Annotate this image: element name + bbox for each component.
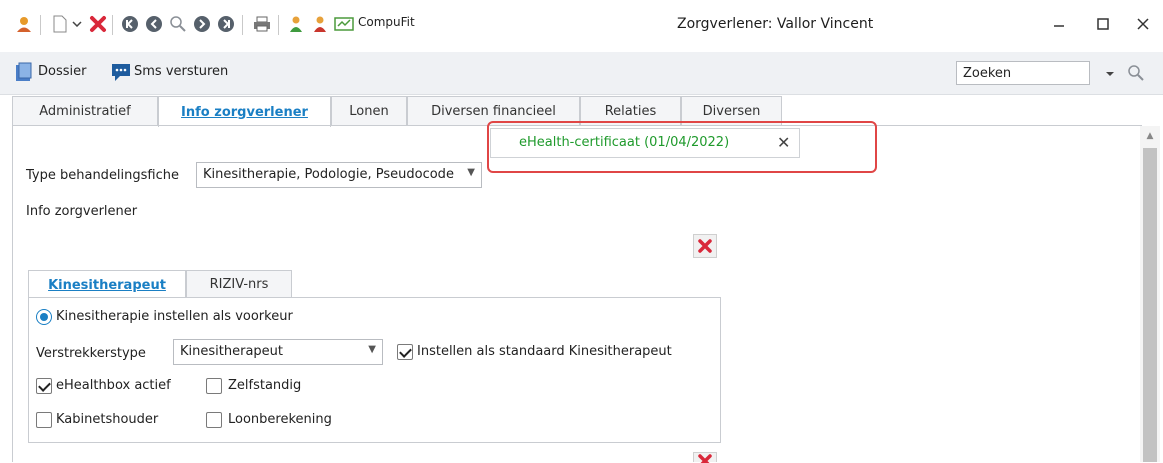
close-button[interactable] <box>1128 12 1158 36</box>
chevron-down-icon: ▼ <box>467 167 475 178</box>
chevron-down-icon: ▼ <box>368 344 376 355</box>
verstrekkerstype-label: Verstrekkerstype <box>36 346 146 361</box>
chevron-down-icon[interactable] <box>1104 64 1116 84</box>
last-record-icon[interactable] <box>216 14 236 34</box>
title-bar: CompuFit Zorgverlener: Vallor Vincent <box>0 0 1163 48</box>
ehealthbox-checkbox[interactable] <box>36 378 52 394</box>
delete-icon <box>698 239 712 253</box>
user-icon[interactable] <box>14 14 34 34</box>
loonberekening-checkbox[interactable] <box>206 412 222 428</box>
kinesitherapie-voorkeur-radio[interactable] <box>36 309 52 325</box>
type-behandelingsfiche-value: Kinesitherapie, Podologie, Pseudocode <box>203 167 454 182</box>
tab-kinesitherapeut[interactable]: Kinesitherapeut <box>28 270 186 299</box>
sms-icon[interactable] <box>110 60 134 84</box>
zelfstandig-label: Zelfstandig <box>228 378 302 393</box>
tab-administratief[interactable]: Administratief <box>12 96 158 126</box>
zelfstandig-checkbox[interactable] <box>206 378 222 394</box>
sms-button[interactable]: Sms versturen <box>134 64 228 79</box>
scrollbar-thumb[interactable] <box>1143 148 1157 462</box>
verstrekkerstype-select[interactable]: Kinesitherapeut ▼ <box>173 339 383 365</box>
standaard-kinesitherapeut-checkbox[interactable] <box>397 344 413 360</box>
new-document-icon[interactable] <box>50 14 70 34</box>
type-behandelingsfiche-label: Type behandelingsfiche <box>26 168 179 183</box>
ehealthbox-label: eHealthbox actief <box>56 378 171 393</box>
loonberekening-label: Loonberekening <box>228 412 332 427</box>
maximize-button[interactable] <box>1088 12 1118 36</box>
compufit-label[interactable]: CompuFit <box>358 15 415 29</box>
search-icon[interactable] <box>168 14 188 34</box>
kabinetshouder-checkbox[interactable] <box>36 412 52 428</box>
highlight-box <box>487 121 877 173</box>
scroll-up-icon[interactable]: ▲ <box>1140 128 1160 144</box>
person-green-icon[interactable] <box>286 14 306 34</box>
minimize-button[interactable] <box>1044 12 1074 36</box>
delete-icon <box>698 453 712 463</box>
window-title: Zorgverlener: Vallor Vincent <box>677 16 874 32</box>
search-icon[interactable] <box>1126 63 1146 83</box>
kinesitherapie-voorkeur-label: Kinesitherapie instellen als voorkeur <box>56 309 293 324</box>
print-icon[interactable] <box>252 14 272 34</box>
chevron-down-icon[interactable] <box>70 14 84 34</box>
kabinetshouder-label: Kabinetshouder <box>56 412 159 427</box>
standaard-kinesitherapeut-label: Instellen als standaard Kinesitherapeut <box>417 344 672 359</box>
type-behandelingsfiche-select[interactable]: Kinesitherapie, Podologie, Pseudocode ▼ <box>196 162 482 188</box>
first-record-icon[interactable] <box>120 14 140 34</box>
delete-icon[interactable] <box>88 14 108 34</box>
tab-info-zorgverlener[interactable]: Info zorgverlener <box>158 96 331 127</box>
dossier-icon[interactable] <box>14 62 34 82</box>
compufit-icon[interactable] <box>334 14 354 34</box>
search-input[interactable] <box>956 61 1090 85</box>
verstrekkerstype-value: Kinesitherapeut <box>180 344 283 359</box>
tab-lonen[interactable]: Lonen <box>331 96 407 126</box>
previous-record-icon[interactable] <box>144 14 164 34</box>
secondary-toolbar: Dossier Sms versturen <box>0 52 1163 95</box>
delete-button[interactable] <box>693 234 717 258</box>
next-record-icon[interactable] <box>192 14 212 34</box>
info-zorgverlener-label: Info zorgverlener <box>26 204 138 219</box>
tab-riziv-nrs[interactable]: RIZIV-nrs <box>186 270 292 298</box>
dossier-button[interactable]: Dossier <box>38 64 86 79</box>
delete-button[interactable] <box>693 452 717 463</box>
person-red-icon[interactable] <box>310 14 330 34</box>
